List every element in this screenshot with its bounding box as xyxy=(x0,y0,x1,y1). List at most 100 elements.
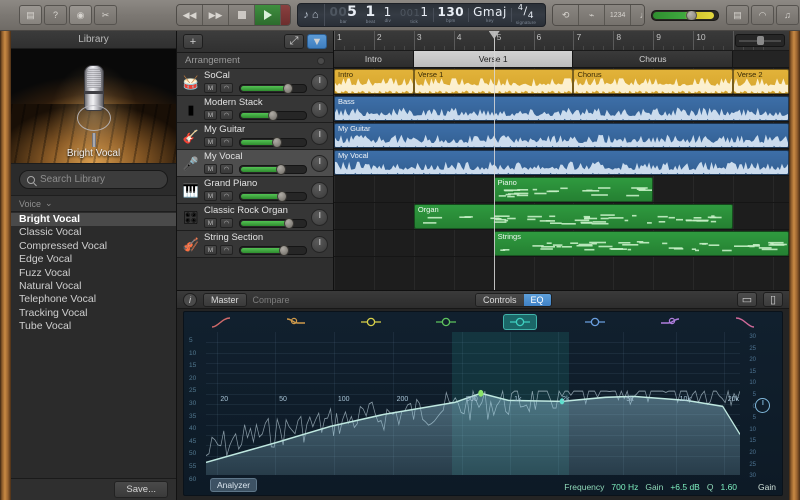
lcd-key[interactable]: Gmaj key xyxy=(469,4,511,26)
playhead[interactable] xyxy=(488,31,500,290)
lcd-div[interactable]: 1 div xyxy=(380,4,396,26)
library-panel-toggle-button[interactable]: ▼ xyxy=(307,34,327,49)
library-item-fuzz-vocal[interactable]: Fuzz Vocal xyxy=(11,267,176,280)
editors-button[interactable]: ✂ xyxy=(94,5,117,25)
library-search-field[interactable]: Search Library xyxy=(19,170,168,189)
track-solo-button[interactable]: ◠ xyxy=(220,137,233,147)
library-category-header[interactable]: Voice ⌄ xyxy=(11,195,176,212)
lcd-tempo[interactable]: 130 bpm xyxy=(434,4,469,26)
low-shelf-band[interactable] xyxy=(259,312,334,332)
gain-value[interactable]: +6.5 dB xyxy=(670,482,700,492)
library-toggle-button[interactable]: ▤ xyxy=(19,5,42,25)
smart-controls-button[interactable]: ◉ xyxy=(69,5,92,25)
track-pan-knob[interactable] xyxy=(311,181,328,199)
timeline-region[interactable]: My Guitar xyxy=(334,123,789,148)
save-patch-button[interactable]: Save... xyxy=(114,481,168,498)
tracks-timeline-area[interactable]: Intro Verse 1 Chorus Verse 2 Bass My Guitar My… xyxy=(334,68,789,290)
lcd-display[interactable]: ♪ ⌂ 005 bar 1 beat 1 div 0011 tick 130 b… xyxy=(297,3,547,27)
track-volume-slider[interactable] xyxy=(239,136,307,148)
peak-band-3[interactable] xyxy=(483,312,558,332)
library-item-edge-vocal[interactable]: Edge Vocal xyxy=(11,253,176,266)
track-volume-slider[interactable] xyxy=(239,109,307,121)
track-header-row[interactable]: 🎤 My Vocal M ◠ xyxy=(177,150,333,177)
track-name[interactable]: Classic Rock Organ xyxy=(204,206,307,216)
count-in-button[interactable]: 1234 xyxy=(605,5,632,25)
track-mute-button[interactable]: M xyxy=(204,137,217,147)
peak-band-4[interactable] xyxy=(558,312,633,332)
peak-band-1[interactable] xyxy=(334,312,409,332)
high-shelf-band[interactable] xyxy=(633,312,708,332)
library-item-compressed-vocal[interactable]: Compressed Vocal xyxy=(11,240,176,253)
track-volume-slider[interactable] xyxy=(239,163,307,175)
track-name[interactable]: Modern Stack xyxy=(204,98,307,108)
cycle-button[interactable]: ⟲ xyxy=(553,5,580,25)
metronome-button[interactable]: ♩ xyxy=(631,5,644,25)
q-value[interactable]: 1.60 xyxy=(720,482,737,492)
track-header-row[interactable]: 🎸 My Guitar M ◠ xyxy=(177,123,333,150)
timeline-region[interactable]: Piano xyxy=(493,177,654,202)
track-header-row[interactable]: 🎛 Classic Rock Organ M ◠ xyxy=(177,204,333,231)
track-pan-knob[interactable] xyxy=(311,154,328,172)
timeline-region[interactable]: Organ xyxy=(413,204,734,229)
track-solo-button[interactable]: ◠ xyxy=(220,191,233,201)
library-item-telephone-vocal[interactable]: Telephone Vocal xyxy=(11,293,176,306)
master-volume-slider[interactable] xyxy=(650,9,720,21)
track-solo-button[interactable]: ◠ xyxy=(220,218,233,228)
eq-master-gain-knob[interactable] xyxy=(755,398,770,413)
arrangement-marker-lane[interactable]: Intro Verse 1 Chorus xyxy=(334,51,789,68)
low-cut-band[interactable] xyxy=(184,312,259,332)
plugin-window-button[interactable]: ▭ xyxy=(737,292,757,307)
help-button[interactable]: ? xyxy=(44,5,67,25)
track-name[interactable]: SoCal xyxy=(204,71,307,81)
lcd-beat[interactable]: 1 beat xyxy=(361,4,379,26)
analyzer-button[interactable]: Analyzer xyxy=(210,478,258,492)
plugin-bypass-button[interactable]: ▯ xyxy=(763,292,783,307)
track-name[interactable]: Grand Piano xyxy=(204,179,307,189)
track-name[interactable]: My Guitar xyxy=(204,125,307,135)
master-button[interactable]: Master xyxy=(203,292,247,307)
library-item-natural-vocal[interactable]: Natural Vocal xyxy=(11,280,176,293)
track-pan-knob[interactable] xyxy=(311,235,328,253)
eq-curve-plot[interactable]: 20 50 100 200 500 1k 2k 5k 10k 20k xyxy=(206,332,740,475)
library-item-bright-vocal[interactable]: Bright Vocal xyxy=(11,213,176,227)
eq-graph-area[interactable]: 20 50 100 200 500 1k 2k 5k 10k 20k 5 10 15 20 25 30 35 4… xyxy=(183,311,783,496)
track-pan-knob[interactable] xyxy=(311,208,328,226)
notes-button[interactable]: ▤ xyxy=(726,5,750,25)
timeline-region[interactable]: My Vocal xyxy=(334,150,789,175)
track-header-row[interactable]: ▮ Modern Stack M ◠ xyxy=(177,96,333,123)
play-button[interactable] xyxy=(255,5,281,25)
track-resize-button[interactable]: ⤢ xyxy=(284,34,304,49)
forward-button[interactable]: ▶▶ xyxy=(203,5,229,25)
lcd-signature[interactable]: 4/4 signature xyxy=(512,4,540,26)
track-volume-slider[interactable] xyxy=(239,217,307,229)
track-name[interactable]: String Section xyxy=(204,233,307,243)
track-pan-knob[interactable] xyxy=(311,127,328,145)
timeline-region[interactable]: Intro xyxy=(334,69,414,94)
track-mute-button[interactable]: M xyxy=(204,245,217,255)
timeline-region[interactable]: Chorus xyxy=(573,69,734,94)
track-volume-slider[interactable] xyxy=(239,190,307,202)
zoom-slider[interactable] xyxy=(735,34,785,47)
track-solo-button[interactable]: ◠ xyxy=(220,164,233,174)
timeline-region[interactable]: Verse 2 xyxy=(733,69,789,94)
arrangement-add-icon[interactable] xyxy=(317,56,325,65)
record-button[interactable] xyxy=(281,5,291,25)
timeline-region[interactable]: Bass xyxy=(334,96,789,121)
track-header-row[interactable]: 🥁 SoCal M ◠ xyxy=(177,69,333,96)
track-name[interactable]: My Vocal xyxy=(204,152,307,162)
library-item-tube-vocal[interactable]: Tube Vocal xyxy=(11,320,176,333)
eq-tab[interactable]: EQ xyxy=(523,293,551,306)
timeline-ruler[interactable]: 1234567891011 xyxy=(334,31,789,51)
track-mute-button[interactable]: M xyxy=(204,110,217,120)
track-solo-button[interactable]: ◠ xyxy=(220,83,233,93)
track-volume-slider[interactable] xyxy=(239,244,307,256)
arrangement-marker[interactable]: Chorus xyxy=(573,51,734,67)
track-volume-slider[interactable] xyxy=(239,82,307,94)
track-mute-button[interactable]: M xyxy=(204,164,217,174)
lcd-mode-icons[interactable]: ♪ ⌂ xyxy=(303,4,326,26)
media-browser-button[interactable]: ♫ xyxy=(776,5,800,25)
track-solo-button[interactable]: ◠ xyxy=(220,245,233,255)
high-cut-band[interactable] xyxy=(707,312,782,332)
track-pan-knob[interactable] xyxy=(311,73,328,91)
peak-band-2[interactable] xyxy=(408,312,483,332)
